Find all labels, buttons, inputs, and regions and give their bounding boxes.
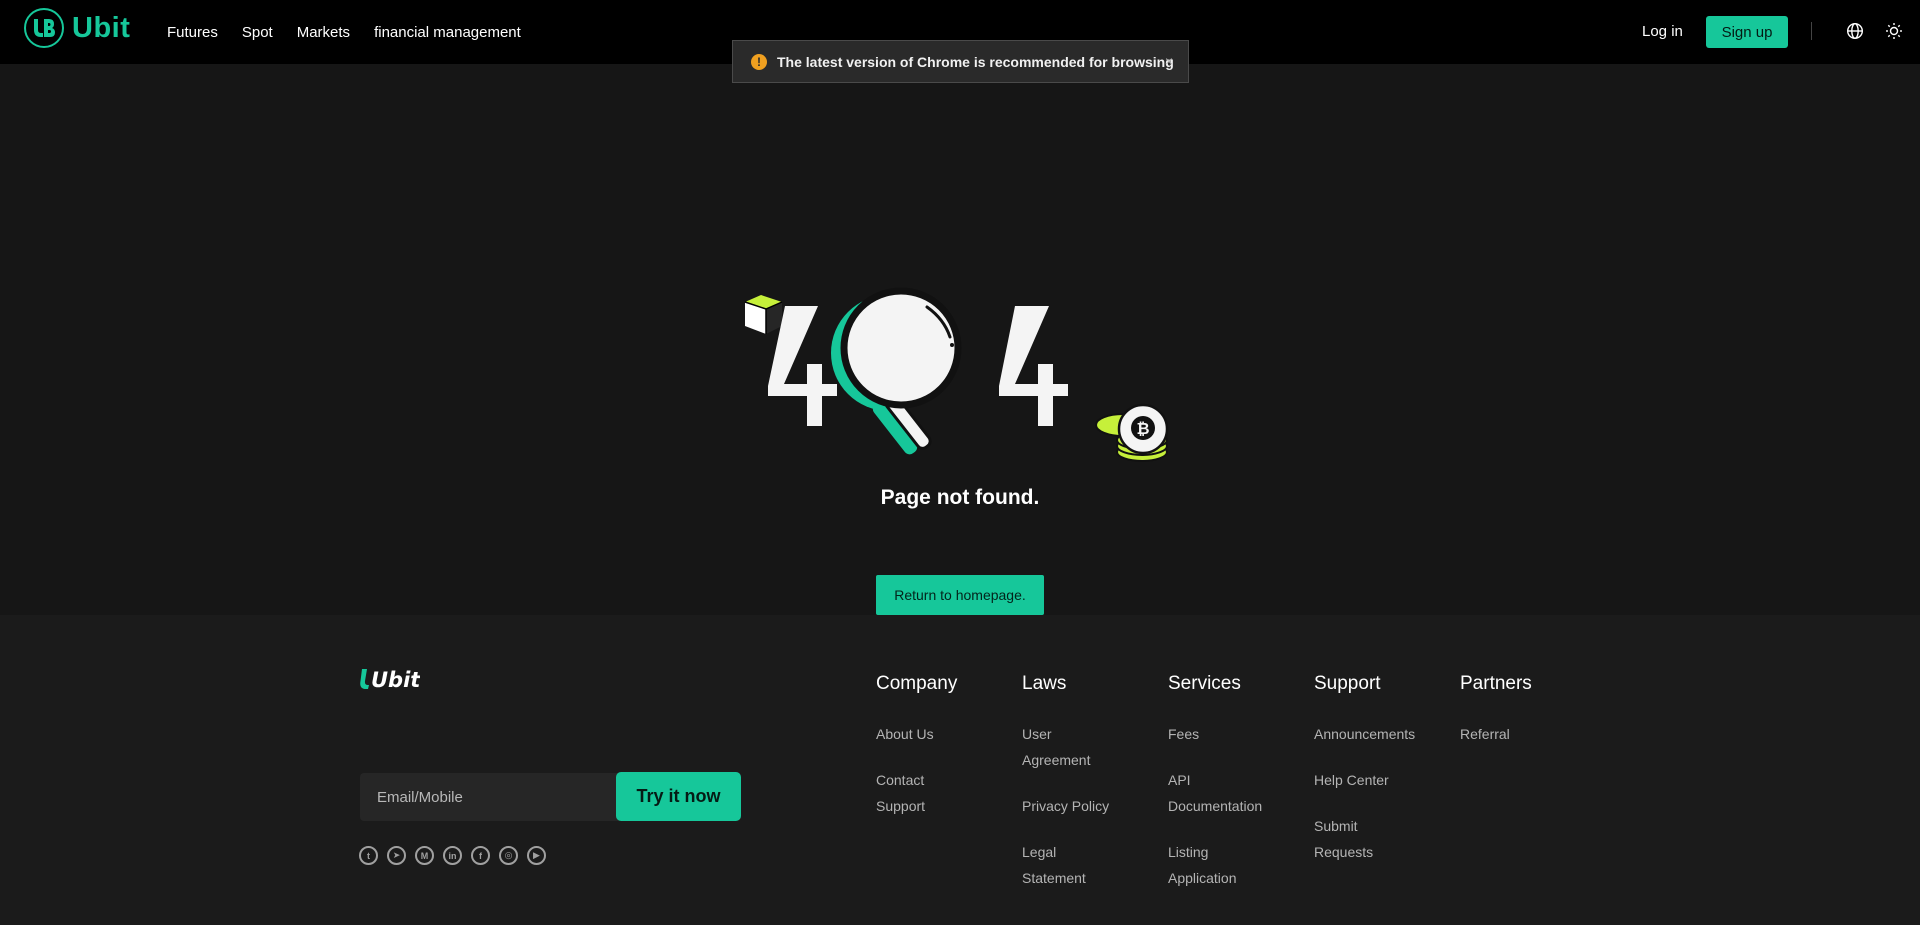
not-found-illustration: ₿ [740,285,1180,465]
sun-icon[interactable] [1885,22,1903,40]
email-mobile-input[interactable]: Email/Mobile [360,773,620,821]
warning-icon: ! [751,53,767,70]
nav-spot[interactable]: Spot [242,24,273,41]
footer-column-company: Company About Us Contact Support [876,673,1006,839]
nav-futures[interactable]: Futures [167,24,218,41]
footer-link-help-center[interactable]: Help Center [1314,767,1434,793]
magnifier-icon [831,287,962,455]
social-links: t ➤ M in f ◎ ▶ [359,846,555,865]
svg-text:Ubit: Ubit [371,668,420,691]
footer-link-legal-statement[interactable]: Legal Statement [1022,839,1102,891]
linkedin-icon[interactable]: in [443,846,462,865]
bitcoin-coins-icon: ₿ [1095,403,1169,462]
footer-column-support: Support Announcements Help Center Submit… [1314,673,1444,885]
telegram-icon[interactable]: ➤ [387,846,406,865]
column-heading: Company [876,673,958,694]
youtube-icon[interactable]: ▶ [527,846,546,865]
twitter-icon[interactable]: t [359,846,378,865]
footer-link-about-us[interactable]: About Us [876,721,946,747]
globe-icon[interactable] [1846,22,1864,40]
footer-column-services: Services Fees API Documentation Listing … [1168,673,1298,911]
footer-link-user-agreement[interactable]: User Agreement [1022,721,1102,773]
notice-text: The latest version of Chrome is recommen… [777,53,1174,70]
footer-link-contact-support[interactable]: Contact Support [876,767,946,819]
column-heading: Services [1168,673,1241,694]
nav-financial-management[interactable]: financial management [374,24,521,41]
cube-icon [744,295,783,334]
column-heading: Laws [1022,673,1067,694]
footer-link-api-documentation[interactable]: API Documentation [1168,767,1268,819]
return-home-button[interactable]: Return to homepage. [876,575,1044,615]
main-nav-links: Futures Spot Markets financial managemen… [167,0,545,64]
footer-column-laws: Laws User Agreement Privacy Policy Legal… [1022,673,1152,911]
nav-divider [1811,22,1812,40]
brand-name: Ubit [72,11,131,44]
browser-notice: ! The latest version of Chrome is recomm… [732,40,1189,83]
footer-link-announcements[interactable]: Announcements [1314,721,1434,747]
signup-button[interactable]: Sign up [1706,16,1788,48]
try-it-now-button[interactable]: Try it now [616,772,741,821]
footer-column-partners: Partners Referral [1460,673,1590,767]
column-heading: Partners [1460,673,1532,694]
footer: Ubit Email/Mobile Try it now t ➤ M in f … [0,615,1920,925]
nav-markets[interactable]: Markets [297,24,350,41]
ubit-logo-icon [24,8,64,48]
facebook-icon[interactable]: f [471,846,490,865]
footer-link-submit-requests[interactable]: Submit Requests [1314,813,1384,865]
footer-link-referral[interactable]: Referral [1460,721,1560,747]
page-not-found-title: Page not found. [880,486,1040,509]
footer-link-fees[interactable]: Fees [1168,721,1268,747]
footer-link-listing-application[interactable]: Listing Application [1168,839,1258,891]
instagram-icon[interactable]: ◎ [499,846,518,865]
footer-logo[interactable]: Ubit [360,667,421,696]
column-heading: Support [1314,673,1381,694]
digit-four-right [999,306,1068,426]
close-icon[interactable]: × [1161,53,1177,69]
medium-icon[interactable]: M [415,846,434,865]
svg-text:₿: ₿ [1136,419,1149,438]
brand-logo[interactable]: Ubit [24,8,130,48]
login-link[interactable]: Log in [1642,23,1683,40]
footer-link-privacy-policy[interactable]: Privacy Policy [1022,793,1122,819]
